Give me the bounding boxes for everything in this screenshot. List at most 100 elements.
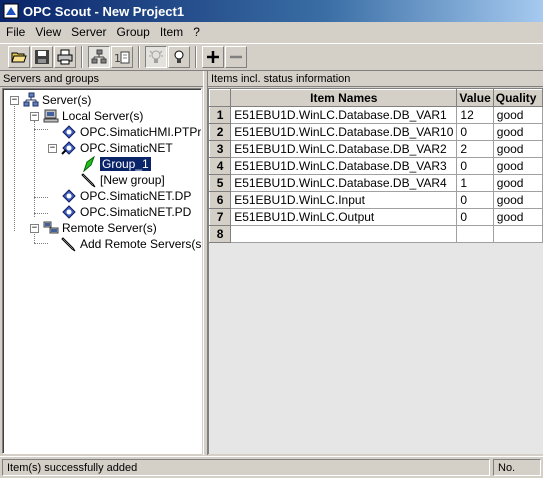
tree-node-servers[interactable]: Server(s) [23, 92, 91, 108]
servers-panel-header: Servers and groups [0, 71, 205, 87]
value-cell[interactable]: 0 [456, 191, 494, 209]
tree-label-local-servers: Local Server(s) [62, 109, 144, 123]
open-folder-icon[interactable] [8, 46, 30, 68]
tree-label-remote-servers: Remote Server(s) [62, 221, 157, 235]
value-cell[interactable]: 0 [456, 123, 494, 141]
collapse-local-toggle[interactable]: − [30, 112, 39, 121]
opc-server-icon [61, 204, 77, 220]
quality-cell[interactable]: good [492, 174, 543, 192]
server-tree[interactable]: − Server(s) − Local Server(s) OPC.Simati… [2, 88, 202, 454]
opc-server-connected-icon [61, 140, 77, 156]
tree-node-add-remote[interactable]: Add Remote Servers(s) [61, 236, 201, 252]
table-row[interactable]: 2 E51EBU1D.WinLC.Database.DB_VAR10 0 good [209, 123, 543, 141]
quality-cell[interactable] [492, 225, 543, 243]
item-name-cell[interactable]: E51EBU1D.WinLC.Output [230, 208, 458, 226]
lightbulb-icon[interactable] [168, 46, 190, 68]
tree-node-group-1[interactable]: Group_1 [81, 156, 152, 172]
status-number: No. [493, 459, 541, 476]
tree-node-local-servers[interactable]: Local Server(s) [43, 108, 143, 124]
quality-cell[interactable]: good [492, 140, 543, 158]
value-cell[interactable]: 2 [456, 140, 494, 158]
column-header-item-names[interactable]: Item Names [230, 89, 458, 107]
collapse-simaticnet-toggle[interactable]: − [48, 144, 57, 153]
quality-cell[interactable]: good [492, 157, 543, 175]
value-cell[interactable] [456, 225, 494, 243]
green-pen-icon [81, 156, 97, 172]
row-number[interactable]: 5 [209, 174, 232, 192]
row-number[interactable]: 4 [209, 157, 232, 175]
table-row[interactable]: 6 E51EBU1D.WinLC.Input 0 good [209, 191, 543, 209]
tree-node-simatic-net-dp[interactable]: OPC.SimaticNET.DP [61, 188, 191, 204]
window-title: OPC Scout - New Project1 [23, 3, 185, 19]
quality-cell[interactable]: good [492, 191, 543, 209]
item-name-cell[interactable]: E51EBU1D.WinLC.Input [230, 191, 458, 209]
title-bar[interactable]: OPC Scout - New Project1 [0, 0, 543, 22]
tree-label-simatic-hmi: OPC.SimaticHMI.PTPro [80, 125, 202, 139]
value-cell[interactable]: 1 [456, 174, 494, 192]
item-name-cell[interactable]: E51EBU1D.WinLC.Database.DB_VAR1 [230, 106, 458, 124]
row-number[interactable]: 8 [209, 225, 232, 243]
print-icon[interactable] [54, 46, 76, 68]
tree-node-simatic-net-pd[interactable]: OPC.SimaticNET.PD [61, 204, 191, 220]
tree-label-simatic-net-pd: OPC.SimaticNET.PD [80, 205, 192, 219]
row-number[interactable]: 3 [209, 140, 232, 158]
pen-icon [81, 172, 97, 188]
row-number[interactable]: 2 [209, 123, 232, 141]
item-name-cell[interactable]: E51EBU1D.WinLC.Database.DB_VAR2 [230, 140, 458, 158]
table-row[interactable]: 7 E51EBU1D.WinLC.Output 0 good [209, 208, 543, 226]
tree-connector [34, 197, 48, 198]
toolbar-separator [81, 46, 83, 68]
table-row[interactable]: 4 E51EBU1D.WinLC.Database.DB_VAR3 0 good [209, 157, 543, 175]
collapse-servers-toggle[interactable]: − [10, 96, 19, 105]
column-header-value[interactable]: Value [456, 89, 494, 107]
menu-help[interactable]: ? [188, 25, 205, 39]
quality-cell[interactable]: good [492, 208, 543, 226]
items-grid[interactable]: Item Names Value Quality 1 E51EBU1D.WinLC… [208, 88, 543, 454]
collapse-remote-toggle[interactable]: − [30, 224, 39, 233]
tree-connector [34, 213, 48, 214]
row-number[interactable]: 6 [209, 191, 232, 209]
menu-file[interactable]: File [0, 25, 30, 39]
value-cell[interactable]: 0 [456, 157, 494, 175]
item-name-cell[interactable]: E51EBU1D.WinLC.Database.DB_VAR3 [230, 157, 458, 175]
item-name-cell[interactable]: E51EBU1D.WinLC.Database.DB_VAR4 [230, 174, 458, 192]
menu-view[interactable]: View [30, 25, 66, 39]
network-servers-icon[interactable] [88, 46, 110, 68]
item-name-cell[interactable]: E51EBU1D.WinLC.Database.DB_VAR10 [230, 123, 458, 141]
value-cell[interactable]: 12 [456, 106, 494, 124]
menu-item[interactable]: Item [155, 25, 188, 39]
tree-label-servers: Server(s) [42, 93, 92, 107]
svg-text:1: 1 [114, 52, 121, 65]
grid-corner[interactable] [209, 89, 232, 107]
table-row[interactable]: 3 E51EBU1D.WinLC.Database.DB_VAR2 2 good [209, 140, 543, 158]
computer-icon [43, 108, 59, 124]
value-cell[interactable]: 0 [456, 208, 494, 226]
row-number[interactable]: 7 [209, 208, 232, 226]
table-row[interactable]: 1 E51EBU1D.WinLC.Database.DB_VAR1 12 good [209, 106, 543, 124]
save-icon[interactable] [31, 46, 53, 68]
opc-scout-app-icon [3, 3, 19, 19]
row-number[interactable]: 1 [209, 106, 232, 124]
tree-node-remote-servers[interactable]: Remote Server(s) [43, 220, 157, 236]
menu-bar: File View Server Group Item ? [0, 22, 543, 42]
column-header-quality[interactable]: Quality [492, 89, 543, 107]
quality-cell[interactable]: good [492, 123, 543, 141]
item-name-cell[interactable] [230, 225, 458, 243]
quality-cell[interactable]: good [492, 106, 543, 124]
add-items-icon[interactable]: 1 [111, 46, 133, 68]
tree-node-new-group[interactable]: [New group] [81, 172, 165, 188]
tree-node-simatic-net[interactable]: OPC.SimaticNET [61, 140, 173, 156]
status-bar: Item(s) successfully added No. [0, 456, 543, 478]
tree-node-simatic-hmi[interactable]: OPC.SimaticHMI.PTPro [61, 124, 202, 140]
table-row[interactable]: 5 E51EBU1D.WinLC.Database.DB_VAR4 1 good [209, 174, 543, 192]
items-table: Item Names Value Quality 1 E51EBU1D.WinLC… [209, 89, 543, 243]
lightbulb-off-icon[interactable] [145, 46, 167, 68]
items-panel-header: Items incl. status information [208, 71, 543, 87]
status-message: Item(s) successfully added [2, 459, 490, 476]
plus-icon[interactable] [202, 46, 224, 68]
table-row[interactable]: 8 [209, 225, 543, 243]
toolbar-separator [138, 46, 140, 68]
minus-icon[interactable] [225, 46, 247, 68]
menu-group[interactable]: Group [111, 25, 154, 39]
menu-server[interactable]: Server [66, 25, 111, 39]
